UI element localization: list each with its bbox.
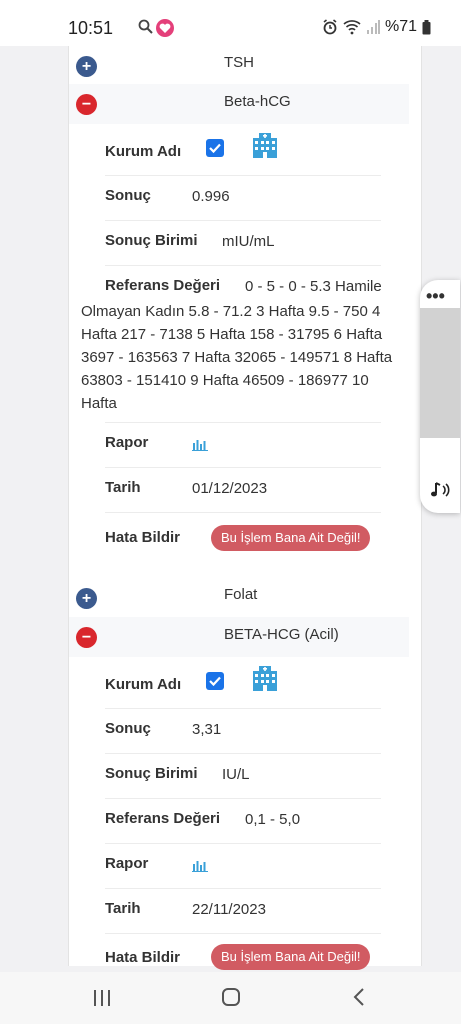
app-notification-icon [156, 19, 174, 37]
battery-percent: %71 [384, 18, 417, 35]
divider [105, 798, 381, 799]
back-icon[interactable] [350, 987, 370, 1007]
date-value: 01/12/2023 [192, 480, 268, 497]
date-value: 22/11/2023 [192, 901, 266, 918]
screen: 10:51 %71 + TSH − Beta-hCG Kurum Adı Son… [0, 0, 461, 1024]
test-row-beta-hcg-acil[interactable]: − BETA-HCG (Acil) [69, 617, 409, 657]
institution-label: Kurum Adı [105, 143, 182, 160]
divider [105, 888, 381, 889]
home-icon[interactable] [221, 987, 241, 1007]
recent-apps-icon[interactable] [92, 988, 112, 1008]
reference-value-rest: Olmayan Kadın 5.8 - 71.2 3 Hafta 9.5 - 7… [81, 303, 393, 412]
result-label: Sonuç [105, 187, 151, 204]
minus-circle-icon[interactable]: − [76, 627, 97, 648]
test-row-beta-hcg[interactable]: − Beta-hCG [69, 84, 409, 124]
unit-label: Sonuç Birimi [105, 765, 198, 782]
reference-value-start: 0 - 5 - 0 - 5.3 Hamile [245, 278, 382, 295]
divider [105, 708, 381, 709]
divider [105, 753, 381, 754]
divider [105, 512, 381, 513]
date-label: Tarih [105, 479, 141, 496]
side-panel-handle[interactable] [420, 308, 460, 438]
status-bar: 10:51 %71 [0, 0, 461, 46]
checkbox-checked-icon[interactable] [206, 139, 224, 157]
report-error-label: Hata Bildir [105, 529, 181, 546]
result-value: 0.996 [192, 188, 230, 205]
unit-label: Sonuç Birimi [105, 232, 198, 249]
results-card: + TSH − Beta-hCG Kurum Adı Sonuç 0.996 S… [68, 46, 422, 970]
divider [105, 265, 381, 266]
signal-icon [366, 20, 380, 34]
institution-label: Kurum Adı [105, 676, 182, 693]
test-row-folat[interactable]: + Folat [69, 578, 409, 618]
alarm-icon [323, 19, 337, 35]
divider [105, 175, 381, 176]
minus-circle-icon[interactable]: − [76, 94, 97, 115]
status-indicators: %71 [322, 18, 431, 36]
bar-chart-icon[interactable] [192, 858, 208, 872]
system-nav-bar [0, 972, 461, 1024]
unit-value: IU/L [222, 766, 250, 783]
status-time: 10:51 [68, 18, 114, 38]
divider [105, 422, 381, 423]
unit-value: mIU/mL [222, 233, 275, 250]
reference-value: 0,1 - 5,0 [245, 811, 301, 828]
divider [105, 220, 381, 221]
divider [105, 467, 381, 468]
wifi-icon [343, 20, 361, 35]
divider [105, 933, 381, 934]
plus-circle-icon[interactable]: + [76, 56, 97, 77]
floating-side-panel[interactable]: ••• [420, 280, 460, 513]
reference-label: Referans Değeri [105, 810, 221, 827]
date-label: Tarih [105, 900, 141, 917]
hospital-building-icon[interactable] [250, 663, 280, 693]
test-name: Folat [224, 586, 258, 603]
bar-chart-icon[interactable] [192, 437, 208, 451]
divider [105, 843, 381, 844]
result-label: Sonuç [105, 720, 151, 737]
checkbox-checked-icon[interactable] [206, 672, 224, 690]
sound-icon[interactable] [429, 480, 453, 500]
report-label: Rapor [105, 434, 149, 451]
test-row-tsh[interactable]: + TSH [69, 46, 409, 86]
battery-icon [422, 19, 431, 34]
plus-circle-icon[interactable]: + [76, 588, 97, 609]
report-label: Rapor [105, 855, 149, 872]
hospital-building-icon[interactable] [250, 130, 280, 160]
report-error-label: Hata Bildir [105, 949, 181, 966]
not-mine-button[interactable]: Bu İşlem Bana Ait Değil! [211, 944, 371, 970]
more-options-icon[interactable]: ••• [426, 286, 445, 307]
test-name: Beta-hCG [224, 93, 291, 110]
reference-label: Referans Değeri [105, 277, 221, 294]
not-mine-button[interactable]: Bu İşlem Bana Ait Değil! [211, 525, 371, 551]
test-name: TSH [224, 54, 254, 71]
search-icon [138, 19, 153, 34]
test-name: BETA-HCG (Acil) [224, 626, 339, 643]
result-value: 3,31 [192, 721, 222, 738]
